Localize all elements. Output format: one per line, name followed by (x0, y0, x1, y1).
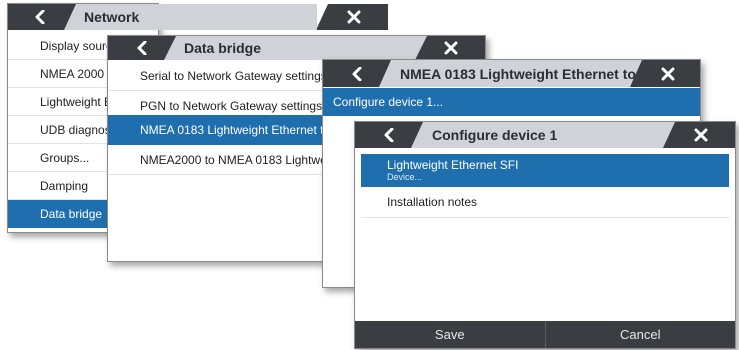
nmea-gateway-titlebar: NMEA 0183 Lightweight Ethernet to... (323, 60, 700, 87)
network-titlebar: Network (8, 4, 158, 30)
configure-device-item-label: Lightweight Ethernet SFI (387, 158, 519, 172)
network-title: Network (84, 9, 140, 25)
chevron-left-icon (35, 10, 45, 24)
configure-device-back-button[interactable] (377, 122, 401, 148)
configure-device-titlebar: Configure device 1 (355, 122, 735, 148)
network-back-button[interactable] (28, 4, 52, 30)
nmea-gateway-title: NMEA 0183 Lightweight Ethernet to... (400, 65, 648, 82)
network-titlebar-extension (157, 4, 317, 30)
configure-device-title: Configure device 1 (432, 127, 558, 143)
configure-device-bottombar: Save Cancel (355, 321, 735, 348)
close-icon (694, 128, 708, 142)
close-icon (444, 41, 458, 55)
save-button[interactable]: Save (355, 321, 545, 348)
chevron-left-icon (352, 66, 362, 81)
nmea-gateway-close-button[interactable] (656, 60, 680, 87)
chevron-left-icon (137, 41, 147, 55)
configure-device-panel: Configure device 1 Lightweight Ethernet … (354, 121, 736, 349)
configure-device-item-installation-notes[interactable]: Installation notes (361, 187, 729, 218)
configure-device-close-button[interactable] (689, 122, 713, 148)
data-bridge-titlebar: Data bridge (108, 36, 485, 60)
data-bridge-title: Data bridge (184, 40, 262, 56)
close-icon (661, 67, 675, 80)
nmea-gateway-item-configure-device[interactable]: Configure device 1... (323, 88, 700, 116)
network-close-button[interactable] (342, 4, 366, 30)
nmea-gateway-back-button[interactable] (345, 60, 369, 87)
close-icon (347, 10, 361, 24)
cancel-button[interactable]: Cancel (546, 321, 736, 348)
data-bridge-close-button[interactable] (439, 36, 463, 60)
data-bridge-back-button[interactable] (130, 36, 154, 60)
configure-device-item-lightweight-sfi[interactable]: Lightweight Ethernet SFI Device... (361, 154, 729, 187)
chevron-left-icon (384, 128, 394, 142)
configure-device-item-sublabel: Device... (387, 172, 423, 182)
